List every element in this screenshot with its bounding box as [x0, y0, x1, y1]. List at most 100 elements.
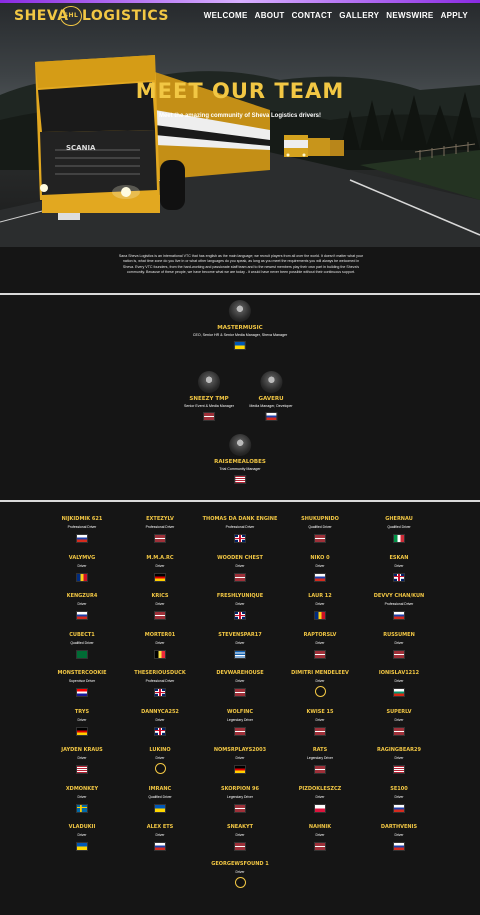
member-name[interactable]: RAISEMEALOBES: [214, 459, 266, 465]
member-role: Driver: [77, 602, 87, 606]
country-flag-icon: [393, 726, 405, 736]
member-name[interactable]: PIZDOKLESZCZ: [275, 786, 365, 792]
member-role: Professional Driver: [145, 679, 175, 683]
member-name[interactable]: STEVENSPAR17: [195, 632, 285, 638]
member-role: Driver: [315, 794, 325, 799]
member-name[interactable]: TRYS: [37, 709, 127, 715]
member-name[interactable]: DANNYCA252: [115, 709, 205, 715]
member-role: Professional Driver: [225, 525, 255, 529]
country-flag-icon: [234, 877, 246, 888]
member-name[interactable]: IMRANC: [115, 786, 205, 792]
member-name[interactable]: GHERNAU: [354, 516, 444, 522]
page-subtitle: Meet the amazing community of Sheva Logi…: [158, 113, 322, 119]
member-name[interactable]: SNEEZY TMP: [184, 396, 234, 402]
member-name[interactable]: JAYDEN KRAUS: [37, 747, 127, 753]
member-name[interactable]: GEORGEWSFOUND 1: [195, 861, 285, 867]
member-name[interactable]: VALYMVG: [37, 555, 127, 561]
member-name[interactable]: RAGINGBEAR29: [354, 747, 444, 753]
member-name[interactable]: RAPTORSLV: [275, 632, 365, 638]
driver-card: NIKO 0 Driver: [275, 555, 365, 582]
member-name[interactable]: FRESHLYUNIQUE: [195, 593, 285, 599]
driver-card: THESERIOUSDUCK Professional Driver: [115, 670, 205, 697]
nav-contact[interactable]: CONTACT: [292, 11, 333, 20]
country-flag-icon: [314, 726, 326, 736]
member-name[interactable]: LUKINO: [115, 747, 205, 753]
member-role: Senior Event & Media Manager: [184, 404, 234, 408]
member-name[interactable]: SHUKUPNIDO: [275, 516, 365, 522]
member-name[interactable]: ESKAN: [354, 555, 444, 561]
nav-newswire[interactable]: NEWSWIRE: [386, 11, 433, 20]
member-name[interactable]: DEVWAREHOUSE: [195, 670, 285, 676]
member-name[interactable]: VLADUKII: [37, 824, 127, 830]
driver-card: KRICS Driver: [115, 593, 205, 620]
driver-card: FRESHLYUNIQUE Driver: [195, 593, 285, 620]
driver-card: RAPTORSLV Driver: [275, 632, 365, 659]
nav-apply[interactable]: APPLY: [441, 11, 468, 20]
staff-card: GAVERU Media Manager, Developer: [249, 371, 293, 421]
member-role: Driver: [155, 756, 165, 760]
country-flag-icon: [233, 475, 246, 484]
member-role: Trial Community Manager: [219, 467, 261, 471]
member-name[interactable]: MASTERMUSIC: [193, 325, 287, 331]
country-flag-icon: [76, 649, 88, 659]
member-name[interactable]: M.M.A.RC: [115, 555, 205, 561]
member-name[interactable]: NIJKIDMIK 621: [37, 516, 127, 522]
member-name[interactable]: KENGZUR4: [37, 593, 127, 599]
hero-banner: SCANIA SHEVA SHL LOGISTICS WELCOME ABOUT…: [0, 0, 480, 247]
member-role: Driver: [394, 756, 404, 760]
member-name[interactable]: SKORPION 96: [195, 786, 285, 792]
member-name[interactable]: EXTEZYLV: [115, 516, 205, 522]
member-name[interactable]: NOMSRPLAYS2003: [195, 747, 285, 753]
member-name[interactable]: XDMONKEY: [37, 786, 127, 792]
member-role: Driver: [315, 717, 325, 722]
member-name[interactable]: NIKO 0: [275, 555, 365, 561]
member-role: Driver: [155, 602, 165, 606]
country-flag-icon: [314, 686, 326, 697]
country-flag-icon: [393, 611, 405, 620]
member-name[interactable]: DEVVY CHAN/KUN: [354, 593, 444, 599]
hero-truck-illustration: SCANIA: [0, 55, 480, 247]
member-name[interactable]: SE100: [354, 786, 444, 792]
member-role: Media Manager, Developer: [249, 404, 293, 408]
country-flag-icon: [154, 649, 166, 659]
driver-card: XDMONKEY Driver: [37, 786, 127, 813]
member-name[interactable]: RATS: [275, 747, 365, 753]
country-flag-icon: [314, 611, 326, 620]
member-name[interactable]: NAHNIK: [275, 824, 365, 830]
member-name[interactable]: SUPERLV: [354, 709, 444, 715]
member-name[interactable]: MORTER01: [115, 632, 205, 638]
member-name[interactable]: GAVERU: [249, 396, 292, 402]
member-name[interactable]: ALEX ETS: [115, 824, 205, 830]
member-name[interactable]: WOODEN CHEST: [195, 555, 285, 561]
driver-card: SE100 Driver: [354, 786, 444, 813]
member-name[interactable]: MONSTERCOOKIE: [37, 670, 127, 676]
member-role: Driver: [235, 870, 245, 874]
driver-card: KWISE 15 Driver: [275, 709, 365, 736]
country-flag-icon: [234, 726, 246, 736]
country-flag-icon: [234, 572, 246, 582]
nav-welcome[interactable]: WELCOME: [204, 11, 248, 20]
member-name[interactable]: LAUR 12: [275, 593, 365, 599]
nav-about[interactable]: ABOUT: [255, 11, 285, 20]
country-flag-icon: [154, 726, 166, 736]
member-name[interactable]: CUBECT1: [37, 632, 127, 638]
avatar: [228, 434, 251, 456]
member-name[interactable]: KWISE 15: [275, 709, 365, 715]
member-role: Driver: [155, 833, 165, 837]
member-name[interactable]: THESERIOUSDUCK: [115, 670, 205, 676]
avatar: [228, 300, 251, 322]
country-flag-icon: [234, 765, 246, 774]
nav-gallery[interactable]: GALLERY: [339, 11, 379, 20]
country-flag-icon: [314, 765, 326, 774]
member-name[interactable]: WOLFINC: [195, 709, 285, 715]
member-role: Legendary Driver: [306, 756, 333, 760]
member-name[interactable]: IONISLAV1212: [354, 670, 444, 676]
member-name[interactable]: SNEAKYT: [195, 824, 285, 830]
member-name[interactable]: THOMAS DA DANK ENGINE: [195, 516, 285, 522]
member-name[interactable]: KRICS: [115, 593, 205, 599]
member-name[interactable]: DIMITRI MENDELEEV: [275, 670, 365, 676]
member-name[interactable]: DARTHVENIS: [354, 824, 444, 830]
member-name[interactable]: RUSSUMEN: [354, 632, 444, 638]
driver-card: DEVVY CHAN/KUN Professional Driver: [354, 593, 444, 620]
member-role: Driver: [315, 640, 325, 645]
